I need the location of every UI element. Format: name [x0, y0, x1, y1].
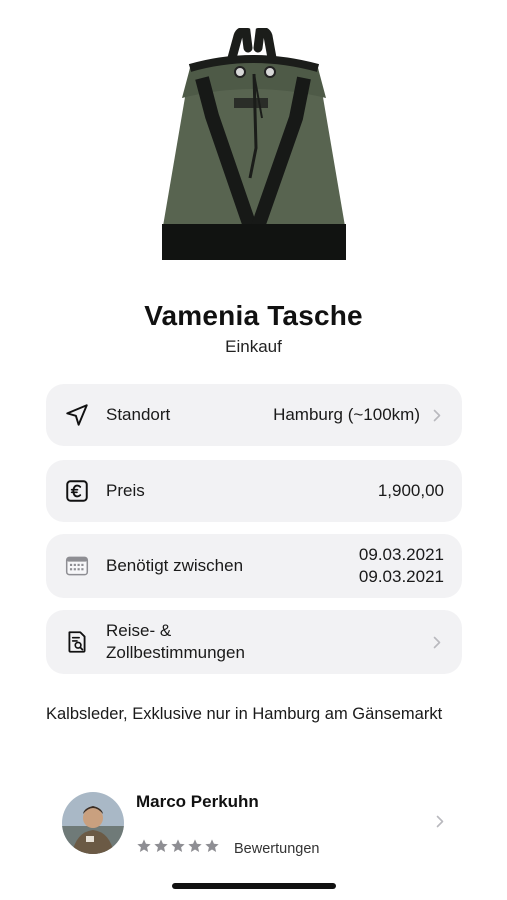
seller-name[interactable]: Marco Perkuhn [136, 792, 259, 812]
regulations-label-line1: Reise- & [106, 621, 172, 640]
navigation-arrow-icon [62, 400, 92, 430]
star-icon [137, 839, 151, 852]
chevron-right-icon[interactable] [436, 815, 444, 833]
star-icon [188, 839, 202, 852]
star-icon [171, 839, 185, 852]
star-icon [154, 839, 168, 852]
date-to: 09.03.2021 [358, 567, 444, 586]
reviews-link[interactable]: Bewertungen [234, 841, 319, 857]
price-row: Preis 1,900,00 [46, 460, 462, 522]
needed-between-label: Benötigt zwischen [106, 556, 244, 575]
seller-avatar[interactable] [62, 792, 124, 854]
regulations-row[interactable]: Reise- & Zollbestimmungen [46, 610, 462, 674]
chevron-right-icon [430, 636, 444, 649]
document-search-icon [62, 627, 92, 657]
euro-icon [62, 476, 92, 506]
location-label: Standort [106, 405, 171, 424]
needed-between-row: Benötigt zwischen 09.03.2021 09.03.2021 [46, 534, 462, 598]
chevron-right-icon [430, 409, 444, 422]
regulations-label: Reise- & Zollbestimmungen [106, 620, 420, 664]
star-icon [205, 839, 219, 852]
product-image [150, 27, 355, 264]
location-value: Hamburg (~100km) [273, 405, 420, 424]
home-indicator[interactable] [172, 883, 336, 889]
price-value: 1,900,00 [377, 481, 444, 500]
seller-rating-stars [136, 838, 220, 854]
product-description: Kalbsleder, Exklusive nur in Hamburg am … [46, 705, 443, 723]
product-title: Vamenia Tasche [144, 300, 363, 331]
calendar-icon [62, 551, 92, 581]
location-row[interactable]: Standort Hamburg (~100km) [46, 384, 462, 446]
needed-between-dates: 09.03.2021 09.03.2021 [359, 544, 444, 588]
product-category: Einkauf [225, 337, 282, 356]
regulations-label-line2: Zollbestimmungen [106, 643, 245, 662]
date-from: 09.03.2021 [358, 545, 444, 564]
price-label: Preis [106, 481, 145, 500]
